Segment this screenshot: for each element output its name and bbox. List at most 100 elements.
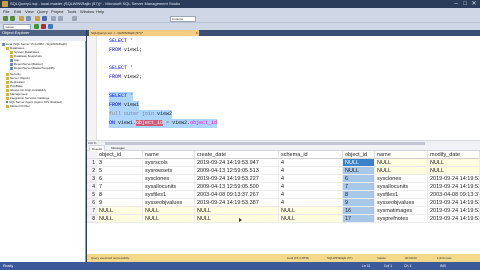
maximize-button[interactable]: □ — [461, 0, 469, 8]
cell[interactable]: NULL — [375, 159, 428, 167]
column-header-object-id-2[interactable]: object_id — [343, 151, 375, 159]
cell[interactable]: 4 — [279, 175, 343, 183]
column-header-name[interactable]: name — [143, 151, 195, 159]
cell[interactable]: 2019-09-24 14:19:53.227 — [195, 175, 279, 183]
cell[interactable]: 9 — [343, 199, 375, 207]
column-header-schema-id[interactable]: schema_id — [279, 151, 343, 159]
open-file-icon[interactable] — [35, 16, 40, 21]
run-query-icon[interactable] — [34, 24, 39, 29]
cell[interactable]: 3 — [97, 159, 143, 167]
minimize-button[interactable]: – — [452, 0, 460, 8]
cell[interactable]: sysseobjvalues — [375, 199, 428, 207]
row-number[interactable]: 5 — [87, 191, 97, 199]
results-grid[interactable]: object_id name create_date schema_id obj… — [87, 151, 480, 254]
cell[interactable]: sysseobjvalues — [143, 199, 195, 207]
menu-help[interactable]: Help — [96, 8, 104, 15]
row-number[interactable]: 2 — [87, 167, 97, 175]
cell[interactable]: sysclones — [375, 175, 428, 183]
menu-view[interactable]: View — [25, 8, 34, 15]
cell[interactable]: sysallocunits — [375, 183, 428, 191]
column-header-modify-date[interactable]: modify_date — [428, 151, 480, 159]
execute-icon[interactable] — [72, 16, 77, 21]
cell[interactable]: sysfiles1 — [375, 191, 428, 199]
menu-project[interactable]: Project — [51, 8, 63, 15]
column-header-object-id[interactable]: object_id — [97, 151, 143, 159]
tree-item-reportserver-tempdb[interactable]: ReportServer(MasterTempDB) — [10, 66, 55, 70]
tree-item-xevent-profiler[interactable]: XEvent Profiler — [6, 104, 30, 108]
cell[interactable]: NULL — [195, 207, 279, 215]
cell[interactable]: sysclones — [143, 175, 195, 183]
cell[interactable]: 6 — [343, 175, 375, 183]
cell[interactable]: 4 — [279, 183, 343, 191]
cell[interactable]: NULL — [375, 167, 428, 175]
cell[interactable]: 2009-04-13 12:59:05.513 — [195, 167, 279, 175]
cell[interactable]: 7 — [343, 183, 375, 191]
save-icon[interactable] — [42, 16, 47, 21]
column-header-create-date[interactable]: create_date — [195, 151, 279, 159]
cell[interactable]: NULL — [97, 215, 143, 223]
row-number[interactable]: 7 — [87, 207, 97, 215]
parse-icon[interactable] — [48, 24, 53, 29]
grid-corner — [87, 151, 97, 159]
cell[interactable]: 2019-09-24 14:19:53.3 — [428, 207, 480, 215]
cell[interactable]: NULL — [428, 159, 480, 167]
cell[interactable]: 2019-09-24 14:19:53.2 — [428, 175, 480, 183]
cell[interactable]: 4 — [279, 159, 343, 167]
cell[interactable]: NULL — [143, 207, 195, 215]
cell[interactable]: NULL — [97, 207, 143, 215]
cell[interactable]: sysmatimages — [375, 207, 428, 215]
cell[interactable]: NULL — [195, 215, 279, 223]
menu-tools[interactable]: Tools — [67, 8, 76, 15]
row-number[interactable]: 3 — [87, 175, 97, 183]
cell[interactable]: NULL — [343, 167, 375, 175]
cell[interactable]: 5 — [97, 167, 143, 175]
cell[interactable]: 9 — [97, 199, 143, 207]
row-number[interactable]: 6 — [87, 199, 97, 207]
cell[interactable]: sysprefnotes — [375, 215, 428, 223]
cell[interactable]: 8 — [343, 191, 375, 199]
menu-query[interactable]: Query — [37, 8, 48, 15]
cell[interactable]: 17 — [343, 215, 375, 223]
row-number[interactable]: 4 — [87, 183, 97, 191]
column-header-name-2[interactable]: name — [375, 151, 428, 159]
redo-icon[interactable] — [58, 16, 63, 21]
stop-query-icon[interactable] — [41, 24, 46, 29]
cell[interactable]: 2019-09-24 14:19:53.97 — [428, 183, 480, 191]
cell[interactable]: 2019-09-24 14:19:53.947 — [195, 159, 279, 167]
database-icon[interactable] — [26, 16, 31, 21]
cell-selected[interactable]: NULL — [343, 159, 375, 167]
cell[interactable]: 7 — [97, 183, 143, 191]
cell[interactable]: 8 — [97, 191, 143, 199]
back-icon[interactable] — [3, 16, 8, 21]
cell[interactable]: 2019-09-24 14:19:53.9 — [428, 199, 480, 207]
cell[interactable]: sysallocunits — [143, 183, 195, 191]
undo-icon[interactable] — [51, 16, 56, 21]
new-query-icon[interactable] — [19, 16, 24, 21]
forward-icon[interactable] — [10, 16, 15, 21]
cell[interactable]: 2019-09-24 14:19:53.387 — [195, 199, 279, 207]
cell[interactable]: sysfiles1 — [143, 191, 195, 199]
cell[interactable]: NULL — [143, 215, 195, 223]
cell[interactable]: 2009-04-13 12:59:05.500 — [195, 183, 279, 191]
cell[interactable]: 6 — [97, 175, 143, 183]
cell[interactable]: NULL — [428, 167, 480, 175]
cell[interactable]: sysrowsets — [143, 167, 195, 175]
cell[interactable]: sysrscols — [143, 159, 195, 167]
menu-window[interactable]: Window — [80, 8, 94, 15]
menu-file[interactable]: File — [3, 8, 9, 15]
cell[interactable]: 4 — [279, 167, 343, 175]
cell[interactable]: 4 — [279, 199, 343, 207]
menu-edit[interactable]: Edit — [14, 8, 21, 15]
cell[interactable]: 2003-04-08 09:13:37.26 — [428, 191, 480, 199]
cell[interactable]: 2019-09-24 14:19:53.6 — [428, 215, 480, 223]
cell[interactable]: 2003-04-08 09:13:37.267 — [195, 191, 279, 199]
close-window-button[interactable]: ✕ — [470, 0, 478, 8]
query-editor[interactable]: SELECT * FROM view1; SELECT * FROM view2… — [87, 36, 480, 140]
row-number[interactable]: 1 — [87, 159, 97, 167]
row-number[interactable]: 8 — [87, 215, 97, 223]
cell[interactable]: NULL — [279, 207, 343, 215]
cell[interactable]: 16 — [343, 207, 375, 215]
instance-combo[interactable]: instance — [170, 16, 196, 22]
cell[interactable]: NULL — [279, 215, 343, 223]
cell[interactable]: 4 — [279, 191, 343, 199]
